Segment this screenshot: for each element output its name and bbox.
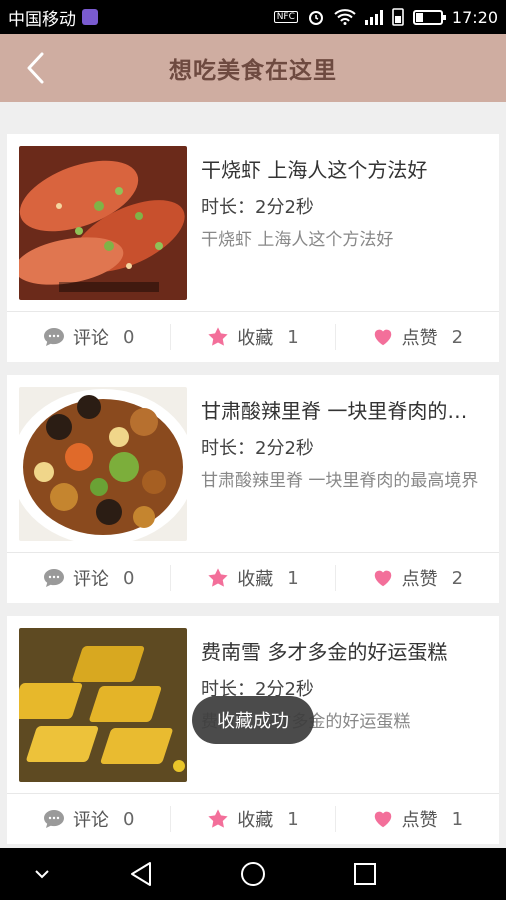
heart-icon [372, 326, 394, 348]
sim-app-icon [82, 9, 98, 25]
like-label: 点赞 [401, 569, 438, 590]
recipe-duration: 时长：2分2秒 [201, 197, 314, 218]
like-button[interactable]: 点赞 2 [334, 565, 499, 591]
signal-icon [364, 9, 383, 25]
recipe-title: 甘肃酸辣里脊 一块里脊肉的最高境界 [201, 399, 487, 423]
toast-message: 收藏成功 [192, 696, 314, 744]
favorite-label: 收藏 [237, 569, 274, 590]
recipe-description: 甘肃酸辣里脊 一块里脊肉的最高境界 [201, 471, 479, 491]
back-button[interactable] [18, 50, 52, 86]
favorite-button[interactable]: 收藏 1 [170, 324, 334, 350]
recipe-thumbnail[interactable] [19, 146, 187, 300]
sim-signal-icon [392, 8, 404, 26]
favorite-label: 收藏 [237, 810, 274, 831]
battery-icon [412, 9, 446, 25]
comment-count: 0 [122, 808, 135, 830]
page-title: 想吃美食在这里 [169, 58, 337, 84]
like-button[interactable]: 点赞 1 [334, 806, 499, 832]
star-icon [207, 808, 229, 830]
nav-down-icon [35, 870, 49, 879]
star-icon [207, 567, 229, 589]
recipe-description: 干烧虾 上海人这个方法好 [201, 230, 394, 250]
nav-hide-button[interactable] [30, 864, 54, 884]
nav-back-icon [131, 862, 151, 886]
heart-icon [372, 808, 394, 830]
comment-label: 评论 [72, 569, 109, 590]
recipe-title: 干烧虾 上海人这个方法好 [201, 158, 428, 182]
clock: 17:20 [451, 7, 498, 27]
nav-back-button[interactable] [124, 858, 158, 890]
comment-button[interactable]: 评论 0 [7, 806, 170, 832]
comment-button[interactable]: 评论 0 [7, 324, 170, 350]
comment-count: 0 [122, 326, 135, 348]
heart-icon [372, 567, 394, 589]
comment-count: 0 [122, 567, 135, 589]
nav-home-button[interactable] [236, 858, 270, 890]
list-item[interactable]: 干烧虾 上海人这个方法好 时长：2分2秒 干烧虾 上海人这个方法好 评论 0 收… [7, 134, 499, 362]
comment-label: 评论 [72, 810, 109, 831]
comment-label: 评论 [72, 328, 109, 349]
star-icon [207, 326, 229, 348]
favorite-label: 收藏 [237, 328, 274, 349]
favorite-count: 1 [287, 326, 299, 348]
recipe-thumbnail[interactable] [19, 387, 187, 541]
favorite-button[interactable]: 收藏 1 [170, 806, 334, 832]
favorite-count: 1 [287, 567, 299, 589]
recipe-title: 费南雪 多才多金的好运蛋糕 [201, 640, 448, 664]
alarm-icon [307, 8, 325, 26]
nav-recent-icon [354, 863, 376, 885]
system-nav-bar [0, 848, 506, 900]
recipe-thumbnail[interactable] [19, 628, 187, 782]
wifi-icon [334, 9, 356, 25]
nav-home-icon [241, 862, 265, 886]
like-count: 1 [451, 808, 464, 830]
favorite-button[interactable]: 收藏 1 [170, 565, 334, 591]
status-bar: 中国移动 NFC 17:20 [0, 0, 506, 34]
comment-icon [43, 808, 65, 830]
back-icon [27, 52, 44, 84]
recipe-duration: 时长：2分2秒 [201, 438, 314, 459]
comment-icon [43, 326, 65, 348]
like-label: 点赞 [401, 810, 438, 831]
like-label: 点赞 [401, 328, 438, 349]
comment-button[interactable]: 评论 0 [7, 565, 170, 591]
like-count: 2 [451, 567, 464, 589]
nav-recent-button[interactable] [348, 858, 382, 890]
like-count: 2 [451, 326, 464, 348]
title-bar: 想吃美食在这里 [0, 34, 506, 102]
comment-icon [43, 567, 65, 589]
favorite-count: 1 [287, 808, 299, 830]
like-button[interactable]: 点赞 2 [334, 324, 499, 350]
carrier-label: 中国移动 [8, 9, 76, 30]
nfc-icon: NFC [273, 11, 298, 23]
list-item[interactable]: 甘肃酸辣里脊 一块里脊肉的最高境界 时长：2分2秒 甘肃酸辣里脊 一块里脊肉的最… [7, 375, 499, 603]
